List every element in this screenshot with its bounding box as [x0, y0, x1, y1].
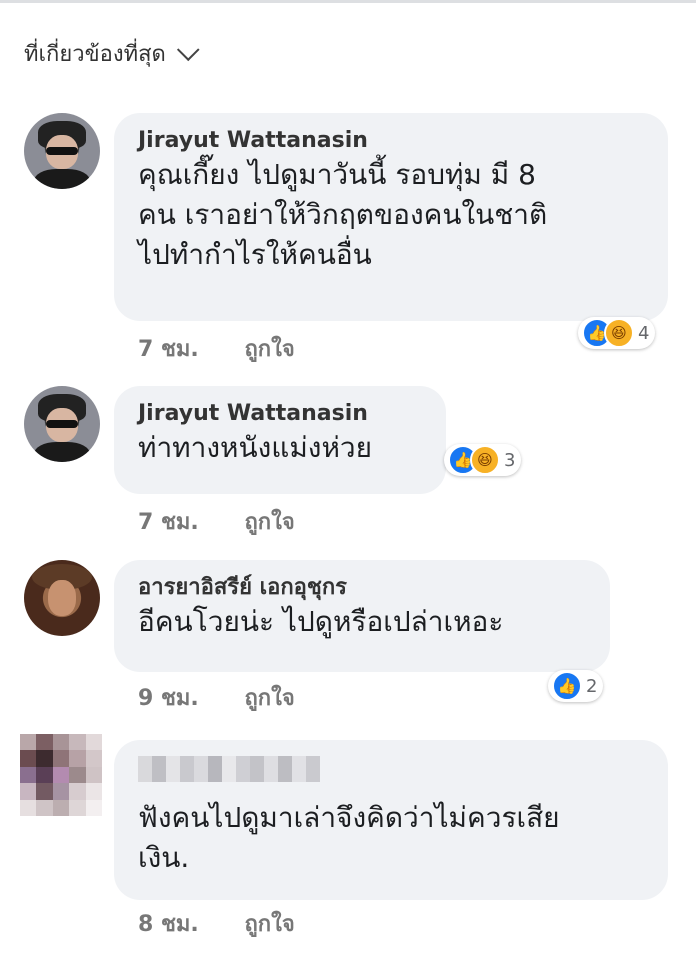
reaction-summary[interactable]: 👍 😆 3 — [444, 444, 522, 476]
comment-text-line: คน เราอย่าให้วิกฤตของคนในชาติ — [138, 198, 548, 231]
redaction-pixel — [292, 756, 306, 782]
timestamp[interactable]: 7 ชม. — [138, 337, 199, 362]
redaction-pixel — [152, 756, 166, 782]
like-button[interactable]: ถูกใจ — [244, 912, 294, 937]
like-icon: 👍 — [552, 671, 582, 701]
reaction-count: 4 — [638, 322, 650, 344]
redaction-pixel — [194, 756, 208, 782]
redaction-pixel — [306, 756, 320, 782]
like-button[interactable]: ถูกใจ — [244, 510, 294, 535]
redaction-pixel — [166, 756, 180, 782]
timestamp[interactable]: 9 ชม. — [138, 686, 199, 711]
avatar[interactable] — [24, 386, 100, 462]
reaction-summary[interactable]: 👍 2 — [548, 670, 604, 702]
top-divider — [0, 0, 696, 3]
commenter-name[interactable]: Jirayut Wattanasin — [138, 400, 422, 428]
avatar[interactable] — [24, 113, 100, 189]
redaction-pixel — [180, 756, 194, 782]
redaction-pixel — [138, 756, 152, 782]
commenter-name[interactable]: อารยาอิสรีย์ เอกอุชุกร — [138, 574, 586, 602]
comment-meta: 8 ชม. ถูกใจ — [138, 906, 295, 941]
comment-text-line: คุณเกี๊ยง ไปดูมาวันนี้ รอบทุ่ม มี 8 — [138, 158, 536, 191]
redaction-pixel — [208, 756, 222, 782]
redaction-pixel — [250, 756, 264, 782]
comment-text-line: เงิน. — [138, 841, 190, 874]
haha-icon: 😆 — [470, 445, 500, 475]
comment-bubble: Jirayut Wattanasin คุณเกี๊ยง ไปดูมาวันนี… — [114, 113, 668, 321]
haha-icon: 😆 — [604, 318, 634, 348]
redaction-pixel — [264, 756, 278, 782]
redaction-pixel — [236, 756, 250, 782]
like-button[interactable]: ถูกใจ — [244, 686, 294, 711]
comment-bubble: ฟังคนไปดูมาเล่าจึงคิดว่าไม่ควรเสีย เงิน. — [114, 740, 668, 900]
comment-meta: 7 ชม. ถูกใจ — [138, 331, 295, 366]
redaction-pixel — [278, 756, 292, 782]
reaction-count: 2 — [586, 675, 598, 697]
comment-text-line: ฟังคนไปดูมาเล่าจึงคิดว่าไม่ควรเสีย — [138, 801, 560, 834]
comment-text-line: อีคนโวยน่ะ ไปดูหรือเปล่าเหอะ — [138, 605, 504, 638]
like-button[interactable]: ถูกใจ — [244, 337, 294, 362]
avatar-blurred[interactable] — [20, 734, 102, 816]
timestamp[interactable]: 8 ชม. — [138, 912, 199, 937]
timestamp[interactable]: 7 ชม. — [138, 510, 199, 535]
comment-text-line: ท่าทางหนังแม่งห่วย — [138, 431, 373, 464]
sort-dropdown[interactable]: ที่เกี่ยวข้องที่สุด — [24, 36, 200, 71]
commenter-name-blurred[interactable] — [138, 756, 644, 782]
commenter-name[interactable]: Jirayut Wattanasin — [138, 127, 644, 155]
reaction-summary[interactable]: 👍 😆 4 — [578, 317, 656, 349]
avatar[interactable] — [24, 560, 100, 636]
comment-bubble: อารยาอิสรีย์ เอกอุชุกร อีคนโวยน่ะ ไปดูหร… — [114, 560, 610, 672]
chevron-down-icon — [176, 37, 200, 61]
comment-meta: 7 ชม. ถูกใจ — [138, 504, 295, 539]
reaction-count: 3 — [504, 449, 516, 471]
comment-bubble: Jirayut Wattanasin ท่าทางหนังแม่งห่วย — [114, 386, 446, 494]
sort-label: ที่เกี่ยวข้องที่สุด — [24, 42, 166, 67]
comment-text-line: ไปทำกำไรให้คนอื่น — [138, 238, 372, 271]
redaction-pixel — [222, 756, 236, 782]
comment-meta: 9 ชม. ถูกใจ — [138, 680, 295, 715]
